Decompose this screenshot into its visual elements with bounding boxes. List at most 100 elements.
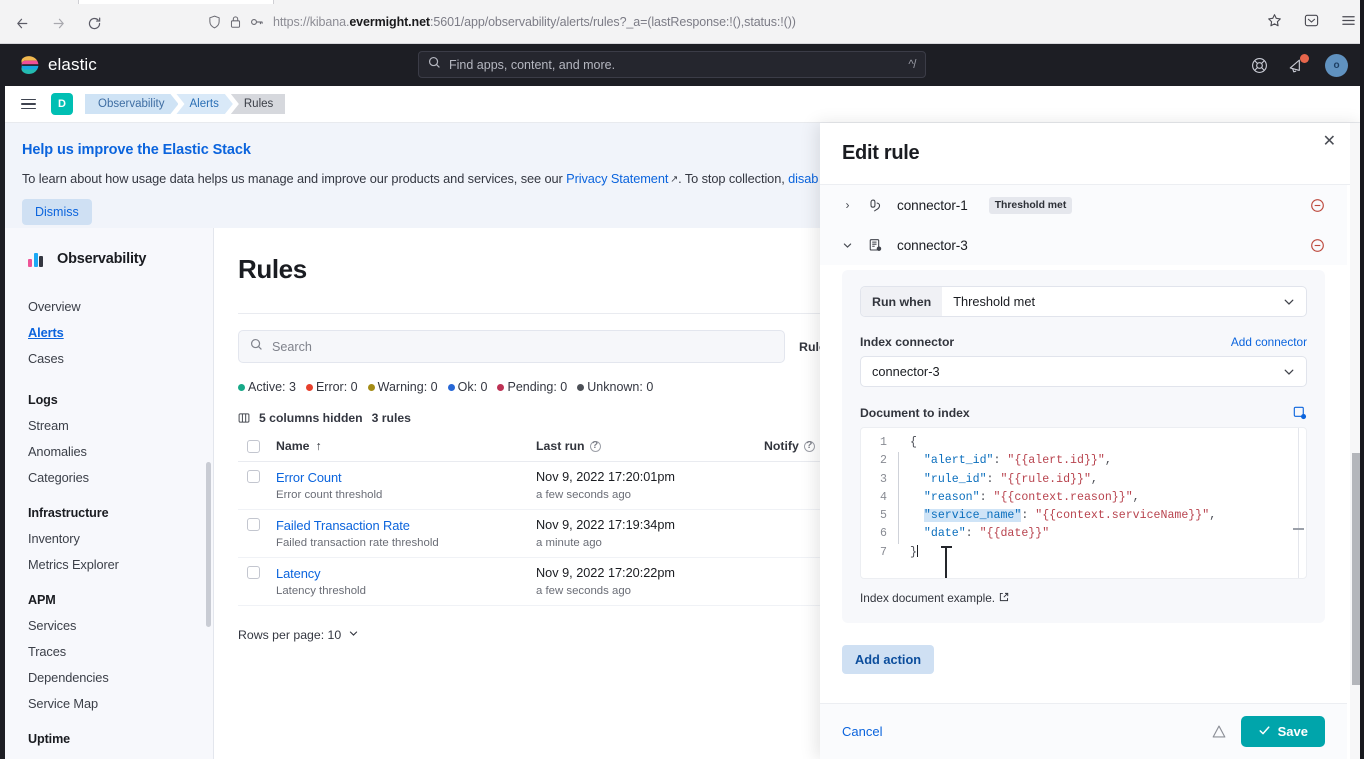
index-document-example[interactable]: Index document example. (860, 591, 1307, 605)
global-search-input[interactable]: Find apps, content, and more. ^/ (418, 51, 926, 78)
sidebar-scrollbar[interactable] (206, 462, 211, 627)
help-lifebuoy-icon[interactable] (1251, 57, 1268, 74)
row-checkbox[interactable] (247, 470, 260, 483)
chevron-down-icon[interactable] (1283, 366, 1306, 378)
app-screen: https://kibana.evermight.net:5601/app/ob… (0, 0, 1364, 759)
sidebar-item-services[interactable]: Services (0, 612, 213, 638)
remove-connector-icon[interactable] (1310, 198, 1325, 213)
run-when-value[interactable]: Threshold met (942, 287, 1283, 316)
sidebar-item-service-map[interactable]: Service Map (0, 690, 213, 716)
add-action-button[interactable]: Add action (842, 645, 935, 674)
sidebar-item-metrics-explorer[interactable]: Metrics Explorer (0, 551, 213, 577)
info-icon[interactable]: ? (589, 440, 601, 452)
last-run-relative: a few seconds ago (536, 489, 631, 501)
save-button-label: Save (1277, 724, 1308, 739)
forward-arrow-icon[interactable] (48, 13, 68, 33)
sidebar: Observability Overview Alerts Cases Logs… (0, 228, 214, 759)
chevron-down-icon[interactable] (842, 240, 853, 251)
chevron-down-icon[interactable] (1283, 287, 1306, 316)
sidebar-item-cases[interactable]: Cases (0, 345, 213, 371)
back-arrow-icon[interactable] (12, 13, 32, 33)
connector-config-panel: Run when Threshold met Index connector A… (842, 270, 1325, 623)
nav-toggle-icon[interactable] (18, 96, 39, 113)
add-connector-link[interactable]: Add connector (1231, 335, 1307, 349)
disable-collection-link[interactable]: disab (788, 171, 818, 186)
star-icon[interactable] (1267, 13, 1282, 28)
url-bar[interactable]: https://kibana.evermight.net:5601/app/ob… (200, 8, 1160, 36)
row-name-cell: Latency Latency threshold (276, 566, 536, 597)
editor-scroll-thumb[interactable] (1293, 528, 1304, 530)
edit-rule-flyout: Edit rule ✕ › connector-1 Threshold met (820, 123, 1364, 759)
document-code-editor[interactable]: 1 2 3 4 5 6 7 { "alert_id": "{{alert.id}… (860, 427, 1307, 579)
sidebar-item-anomalies[interactable]: Anomalies (0, 438, 213, 464)
browser-tab[interactable] (78, 0, 274, 4)
slack-icon (866, 198, 884, 213)
rows-per-page-selector[interactable]: Rows per page: 10 (238, 628, 359, 642)
breadcrumb-item-alerts[interactable]: Alerts (176, 94, 232, 114)
sidebar-item-dependencies[interactable]: Dependencies (0, 664, 213, 690)
pocket-icon[interactable] (1304, 13, 1319, 28)
sidebar-item-categories[interactable]: Categories (0, 464, 213, 490)
expand-editor-icon[interactable] (1293, 406, 1307, 420)
table-meta-row: 5 columns hidden 3 rules (238, 411, 411, 425)
save-button[interactable]: Save (1240, 716, 1325, 747)
status-unknown: Unknown: 0 (577, 380, 653, 394)
sidebar-item-inventory[interactable]: Inventory (0, 525, 213, 551)
select-all-checkbox[interactable] (247, 439, 260, 453)
run-when-field[interactable]: Run when Threshold met (860, 286, 1307, 317)
hamburger-menu-icon[interactable] (1341, 13, 1356, 28)
code-line: "date": "{{date}}" (910, 527, 1050, 541)
connector-row-connector-1[interactable]: › connector-1 Threshold met (820, 185, 1347, 225)
cancel-button[interactable]: Cancel (842, 724, 882, 739)
announcement-icon[interactable] (1288, 53, 1309, 74)
index-connector-select[interactable]: connector-3 (860, 356, 1307, 387)
line-number: 2 (880, 454, 887, 468)
permissions-key-icon[interactable] (250, 15, 264, 29)
sidebar-app-title: Observability (57, 250, 147, 267)
search-input[interactable]: Search (238, 330, 785, 363)
sidebar-item-traces[interactable]: Traces (0, 638, 213, 664)
sidebar-item-alerts[interactable]: Alerts (0, 319, 213, 345)
dismiss-button[interactable]: Dismiss (22, 199, 92, 225)
row-checkbox-cell (238, 566, 276, 579)
rule-name-link[interactable]: Error Count (276, 470, 536, 485)
user-avatar[interactable]: o (1325, 53, 1348, 77)
rule-description: Error count threshold (276, 489, 383, 501)
privacy-statement-link[interactable]: Privacy Statement (566, 171, 668, 186)
column-header-last-run[interactable]: Last run? (536, 439, 764, 453)
row-checkbox[interactable] (247, 566, 260, 579)
rule-name-link[interactable]: Latency (276, 566, 536, 581)
sidebar-item-overview[interactable]: Overview (0, 293, 213, 319)
sidebar-item-stream[interactable]: Stream (0, 412, 213, 438)
status-error: Error: 0 (305, 380, 358, 394)
columns-hidden-label[interactable]: 5 columns hidden (259, 411, 363, 425)
row-checkbox-cell (238, 518, 276, 531)
last-run-relative: a few seconds ago (536, 585, 631, 597)
columns-hidden-icon[interactable] (238, 412, 250, 424)
chevron-right-icon[interactable]: › (842, 198, 853, 212)
last-run-timestamp: Nov 9, 2022 17:19:34pm (536, 518, 675, 532)
warning-triangle-icon (1211, 724, 1227, 740)
status-pending: Pending: 0 (497, 380, 567, 394)
notification-badge (1300, 53, 1309, 63)
status-active: Active: 3 (238, 380, 296, 394)
rule-name-link[interactable]: Failed Transaction Rate (276, 518, 536, 533)
elastic-logo[interactable]: elastic (18, 54, 97, 76)
breadcrumb-item-rules[interactable]: Rules (230, 94, 286, 114)
last-run-timestamp: Nov 9, 2022 17:20:01pm (536, 470, 675, 484)
browser-nav-buttons (12, 13, 104, 33)
reload-icon[interactable] (84, 13, 104, 33)
column-header-name[interactable]: Name ↑ (276, 439, 536, 453)
code-text[interactable]: { "alert_id": "{{alert.id}}", "rule_id":… (904, 434, 1306, 562)
connector-condition-badge: Threshold met (988, 196, 1073, 214)
line-number: 7 (880, 545, 887, 559)
row-checkbox[interactable] (247, 518, 260, 531)
close-icon[interactable]: ✕ (1323, 134, 1336, 150)
flyout-footer: Cancel Save (820, 703, 1347, 759)
connector-row-connector-3[interactable]: connector-3 (820, 225, 1347, 265)
space-badge[interactable]: D (51, 93, 73, 115)
info-icon[interactable]: ? (803, 440, 815, 452)
topnav-actions: o (1251, 53, 1348, 77)
breadcrumb-item-observability[interactable]: Observability (85, 94, 178, 114)
remove-connector-icon[interactable] (1310, 238, 1325, 253)
